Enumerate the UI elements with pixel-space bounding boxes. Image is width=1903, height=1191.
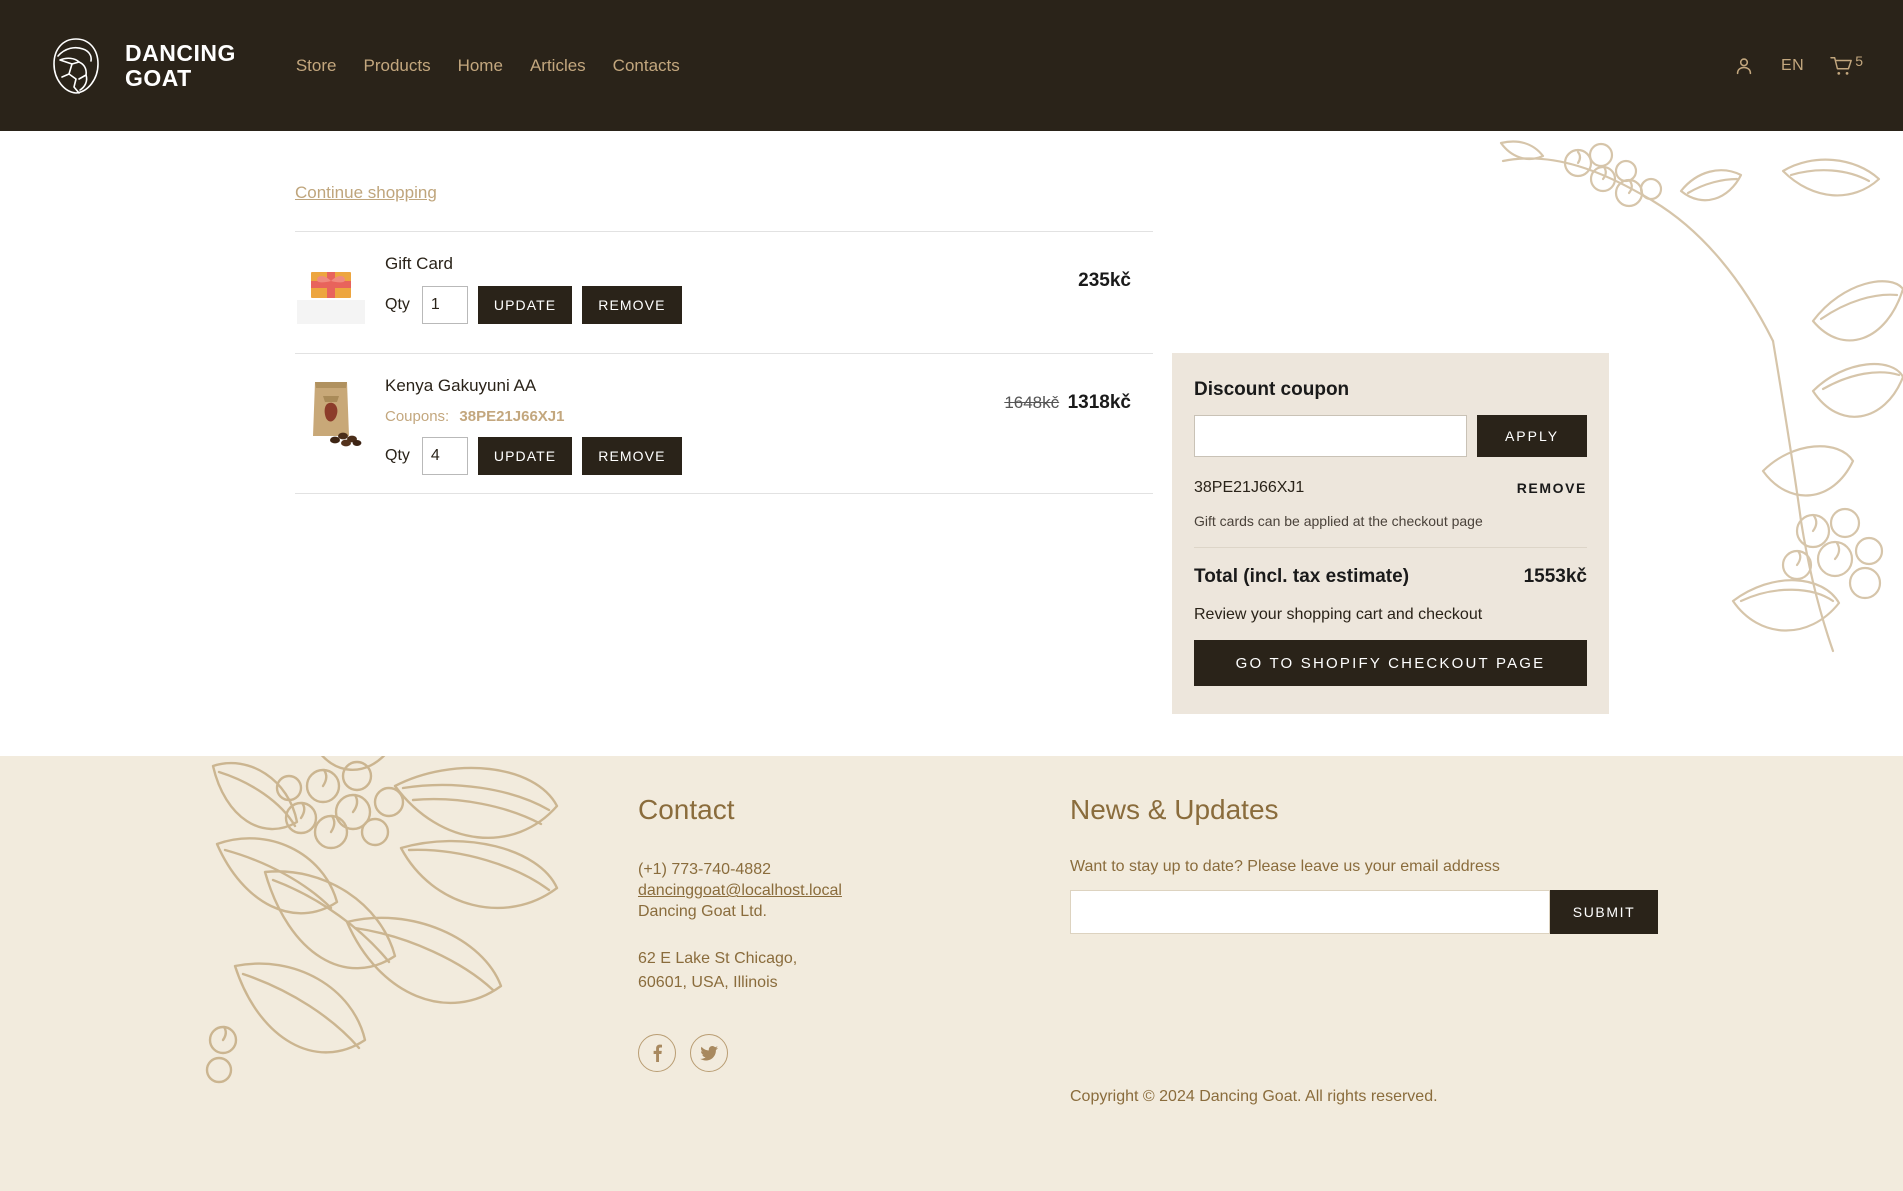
cart-count-badge: 5 <box>1855 52 1863 69</box>
brand-logo[interactable]: DANCING GOAT <box>45 35 236 97</box>
apply-coupon-button[interactable]: APPLY <box>1477 415 1587 457</box>
contact-heading: Contact <box>638 794 735 825</box>
address-line-2: 60601, USA, Illinois <box>638 973 778 991</box>
cart-button[interactable]: 5 <box>1830 52 1863 77</box>
header-actions: EN 5 <box>1733 52 1863 77</box>
main-content: Continue shopping Gift Card Qty 1 UPDATE… <box>0 131 1903 756</box>
coffee-bag-thumbnail-icon <box>313 382 362 447</box>
facebook-icon <box>653 1044 662 1062</box>
user-icon <box>1736 57 1752 74</box>
coupons-label: Coupons: <box>385 408 450 425</box>
discount-coupon-title: Discount coupon <box>1194 379 1350 400</box>
qty-label: Qty <box>385 296 410 313</box>
site-footer: Contact (+1) 773-740-4882 dancinggoat@lo… <box>0 756 1903 1191</box>
total-value: 1553kč <box>1523 566 1587 587</box>
social-links <box>638 1034 728 1072</box>
continue-shopping-link[interactable]: Continue shopping <box>295 183 437 203</box>
nav-item-articles[interactable]: Articles <box>530 56 586 76</box>
footer-newsletter-section: News & Updates Want to stay up to date? … <box>1070 794 1660 934</box>
language-selector[interactable]: EN <box>1781 57 1804 75</box>
site-header: DANCING GOAT Store Products Home Article… <box>0 0 1903 131</box>
coupon-code: 38PE21J66XJ1 <box>459 408 565 425</box>
footer-content: Contact (+1) 773-740-4882 dancinggoat@lo… <box>0 756 1903 1072</box>
newsletter-submit-button[interactable]: SUBMIT <box>1550 890 1658 934</box>
account-button[interactable] <box>1733 55 1755 77</box>
gift-card-thumbnail-icon <box>297 272 365 324</box>
price-current: 1318kč <box>1067 392 1131 413</box>
qty-label: Qty <box>385 447 410 464</box>
brand-line-2: GOAT <box>125 64 192 91</box>
remove-button[interactable]: REMOVE <box>582 286 682 324</box>
cart-item-name[interactable]: Gift Card <box>385 254 1153 274</box>
cart-column: Continue shopping Gift Card Qty 1 UPDATE… <box>295 183 1153 494</box>
update-button[interactable]: UPDATE <box>477 286 573 324</box>
coffee-bag-image[interactable] <box>295 370 367 448</box>
total-label: Total (incl. tax estimate) <box>1194 566 1410 587</box>
total-row: Total (incl. tax estimate) 1553kč <box>1194 566 1587 588</box>
nav-item-store[interactable]: Store <box>296 56 337 76</box>
newsletter-email-input[interactable] <box>1070 890 1550 934</box>
twitter-icon <box>700 1045 718 1060</box>
applied-coupon-row: 38PE21J66XJ1 REMOVE <box>1194 479 1587 497</box>
quantity-stepper[interactable] <box>421 286 468 324</box>
applied-coupon-code: 38PE21J66XJ1 <box>1194 479 1305 496</box>
goat-head-icon <box>53 37 99 94</box>
contact-company: Dancing Goat Ltd. <box>638 903 767 921</box>
news-heading: News & Updates <box>1070 794 1279 825</box>
cart-item-price: 1648kč 1318kč <box>1004 392 1131 414</box>
contact-email-link[interactable]: dancinggoat@localhost.local <box>638 882 842 900</box>
quantity-controls: Qty UPDATE REMOVE <box>385 437 1153 475</box>
remove-coupon-button[interactable]: REMOVE <box>1517 480 1587 496</box>
update-button[interactable]: UPDATE <box>477 437 573 475</box>
footer-contact-section: Contact (+1) 773-740-4882 dancinggoat@lo… <box>638 794 1018 995</box>
price-original: 1648kč <box>1004 393 1060 412</box>
quantity-stepper[interactable] <box>421 437 468 475</box>
facebook-button[interactable] <box>638 1034 676 1072</box>
address-line-1: 62 E Lake St Chicago, <box>638 949 798 967</box>
nav-item-home[interactable]: Home <box>458 56 503 76</box>
newsletter-form: SUBMIT <box>1070 890 1660 934</box>
cart-row: Kenya Gakuyuni AA Coupons: 38PE21J66XJ1 … <box>295 353 1153 494</box>
copyright-text: Copyright © 2024 Dancing Goat. All right… <box>1070 1088 1438 1105</box>
remove-button[interactable]: REMOVE <box>582 437 682 475</box>
shopping-cart-icon <box>1830 56 1853 75</box>
contact-phone: (+1) 773-740-4882 <box>638 861 771 878</box>
review-note: Review your shopping cart and checkout <box>1194 606 1483 623</box>
nav-item-contacts[interactable]: Contacts <box>613 56 680 76</box>
cart-items-list: Gift Card Qty UPDATE REMOVE 235kč <box>295 231 1153 494</box>
nav-item-products[interactable]: Products <box>363 56 430 76</box>
twitter-button[interactable] <box>690 1034 728 1072</box>
cart-item-price: 235kč <box>1078 270 1131 292</box>
quantity-controls: Qty UPDATE REMOVE <box>385 286 1153 324</box>
main-nav: Store Products Home Articles Contacts <box>296 56 680 76</box>
cart-item-details: Kenya Gakuyuni AA Coupons: 38PE21J66XJ1 … <box>385 370 1153 475</box>
price-current: 235kč <box>1078 270 1131 291</box>
gift-card-image[interactable] <box>295 248 367 326</box>
coupon-input[interactable] <box>1194 415 1467 457</box>
contact-address: 62 E Lake St Chicago, 60601, USA, Illino… <box>638 947 1018 996</box>
brand-line-1: DANCING <box>125 39 236 66</box>
cart-row: Gift Card Qty UPDATE REMOVE 235kč <box>295 231 1153 353</box>
gift-card-note: Gift cards can be applied at the checkou… <box>1194 513 1587 548</box>
coupon-form: APPLY <box>1194 415 1587 457</box>
brand-name: DANCING GOAT <box>125 39 236 91</box>
coffee-plant-decoration-footer <box>205 756 559 1084</box>
order-summary-panel: Discount coupon APPLY 38PE21J66XJ1 REMOV… <box>1172 353 1609 714</box>
cart-item-details: Gift Card Qty UPDATE REMOVE <box>385 248 1153 324</box>
news-subtitle: Want to stay up to date? Please leave us… <box>1070 858 1500 875</box>
checkout-button[interactable]: GO TO SHOPIFY CHECKOUT PAGE <box>1194 640 1587 686</box>
